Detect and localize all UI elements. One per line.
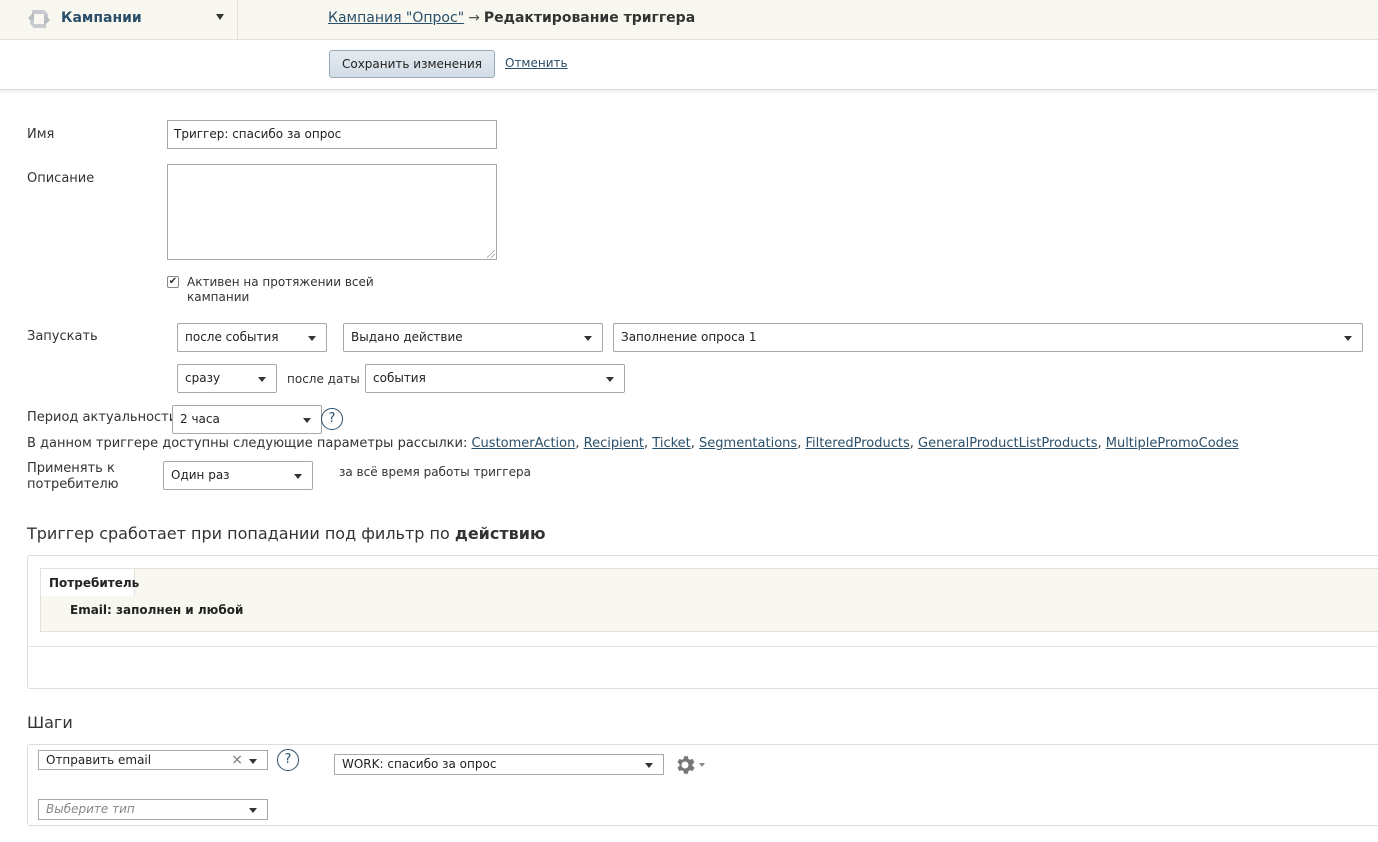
chevron-down-icon <box>249 808 257 813</box>
chevron-down-icon <box>294 473 302 479</box>
param-link[interactable]: Ticket <box>652 436 690 451</box>
param-link[interactable]: GeneralProductListProducts <box>918 436 1097 451</box>
campaigns-logo-icon <box>28 10 50 28</box>
resize-handle-icon[interactable] <box>487 250 495 258</box>
param-link[interactable]: FilteredProducts <box>805 436 909 451</box>
launch-when-select[interactable]: после события <box>177 323 327 352</box>
filter-heading-text: Триггер сработает при попадании под филь… <box>27 524 450 543</box>
after-date-select[interactable]: события <box>365 364 625 393</box>
period-label: Период актуальности <box>27 410 178 425</box>
page-title: Редактирование триггера <box>483 10 696 26</box>
launch-label: Запускать <box>27 329 98 344</box>
chevron-down-icon <box>308 335 316 341</box>
name-input[interactable]: Триггер: спасибо за опрос <box>167 120 497 149</box>
description-textarea[interactable] <box>167 164 497 260</box>
description-label: Описание <box>27 171 95 186</box>
launch-event-select[interactable]: Выдано действие <box>343 323 603 352</box>
section-switcher[interactable]: Кампании <box>0 0 238 40</box>
chevron-down-icon <box>258 376 266 382</box>
section-title: Кампании <box>61 10 142 26</box>
filter-heading: Триггер сработает при попадании под филь… <box>27 524 546 543</box>
close-icon[interactable]: × <box>231 751 243 769</box>
help-icon[interactable]: ? <box>321 408 343 430</box>
apply-value: Один раз <box>171 468 230 482</box>
active-checkbox-label-line1: Активен на протяжении всей <box>187 275 374 289</box>
chevron-down-icon <box>303 417 311 423</box>
breadcrumb-campaign-link[interactable]: Кампания "Опрос" <box>328 10 464 26</box>
top-bar: Кампании Кампания "Опрос" → Редактирование… <box>0 0 1378 40</box>
filter-group <box>40 568 1378 632</box>
chevron-down-icon <box>1344 335 1352 341</box>
help-icon[interactable]: ? <box>277 749 299 771</box>
steps-heading: Шаги <box>27 713 73 732</box>
mailing-params-info: В данном триггере доступны следующие пар… <box>27 436 1239 451</box>
param-link[interactable]: MultiplePromoCodes <box>1106 436 1239 451</box>
breadcrumb: Кампания "Опрос" → Редактирование триггера <box>328 10 695 26</box>
chevron-down-icon[interactable] <box>699 763 705 767</box>
period-value: 2 часа <box>180 412 220 426</box>
param-link[interactable]: Segmentations <box>699 436 797 451</box>
period-select[interactable]: 2 часа <box>172 405 322 434</box>
apply-label-line2: потребителю <box>27 477 119 492</box>
after-date-value: события <box>373 371 426 385</box>
chevron-down-icon <box>606 376 614 382</box>
filter-condition[interactable]: Email: заполнен и любой <box>70 603 243 617</box>
template-value: WORK: спасибо за опрос <box>342 757 497 771</box>
step-subtype-select[interactable]: Выберите тип <box>38 799 268 820</box>
tab-customer[interactable]: Потребитель <box>40 568 139 596</box>
active-checkbox-label-line2: кампании <box>187 290 250 304</box>
delay-select[interactable]: сразу <box>177 364 277 393</box>
template-select[interactable]: WORK: спасибо за опрос <box>334 754 664 775</box>
name-label: Имя <box>27 127 55 142</box>
step-type-value: Отправить email <box>46 753 152 767</box>
active-checkbox[interactable]: ✔ <box>167 276 179 288</box>
params-prefix: В данном триггере доступны следующие пар… <box>27 436 468 451</box>
gear-icon[interactable] <box>673 753 697 777</box>
chevron-down-icon <box>645 763 653 768</box>
launch-action-select[interactable]: Заполнение опроса 1 <box>613 323 1363 352</box>
launch-when-value: после события <box>185 330 279 344</box>
filter-heading-bold: действию <box>454 524 546 543</box>
action-bar: Сохранить изменения Отменить <box>0 40 1378 90</box>
cancel-link[interactable]: Отменить <box>505 56 568 70</box>
chevron-down-icon[interactable] <box>216 14 224 20</box>
save-changes-button[interactable]: Сохранить изменения <box>329 50 495 78</box>
delay-value: сразу <box>185 371 221 385</box>
after-date-label: после даты <box>287 372 360 386</box>
divider <box>28 646 1378 647</box>
apply-select[interactable]: Один раз <box>163 461 313 490</box>
param-link[interactable]: CustomerAction <box>471 436 575 451</box>
step-subtype-placeholder: Выберите тип <box>46 802 135 816</box>
launch-action-value: Заполнение опроса 1 <box>621 330 757 344</box>
launch-event-value: Выдано действие <box>351 330 463 344</box>
breadcrumb-arrow: → <box>468 10 480 26</box>
param-link[interactable]: Recipient <box>584 436 644 451</box>
chevron-down-icon <box>249 759 257 764</box>
chevron-down-icon <box>584 335 592 341</box>
filter-panel <box>27 555 1378 689</box>
step-type-select[interactable]: Отправить email × <box>38 750 268 770</box>
apply-suffix: за всё время работы триггера <box>339 465 531 479</box>
apply-label-line1: Применять к <box>27 461 115 476</box>
